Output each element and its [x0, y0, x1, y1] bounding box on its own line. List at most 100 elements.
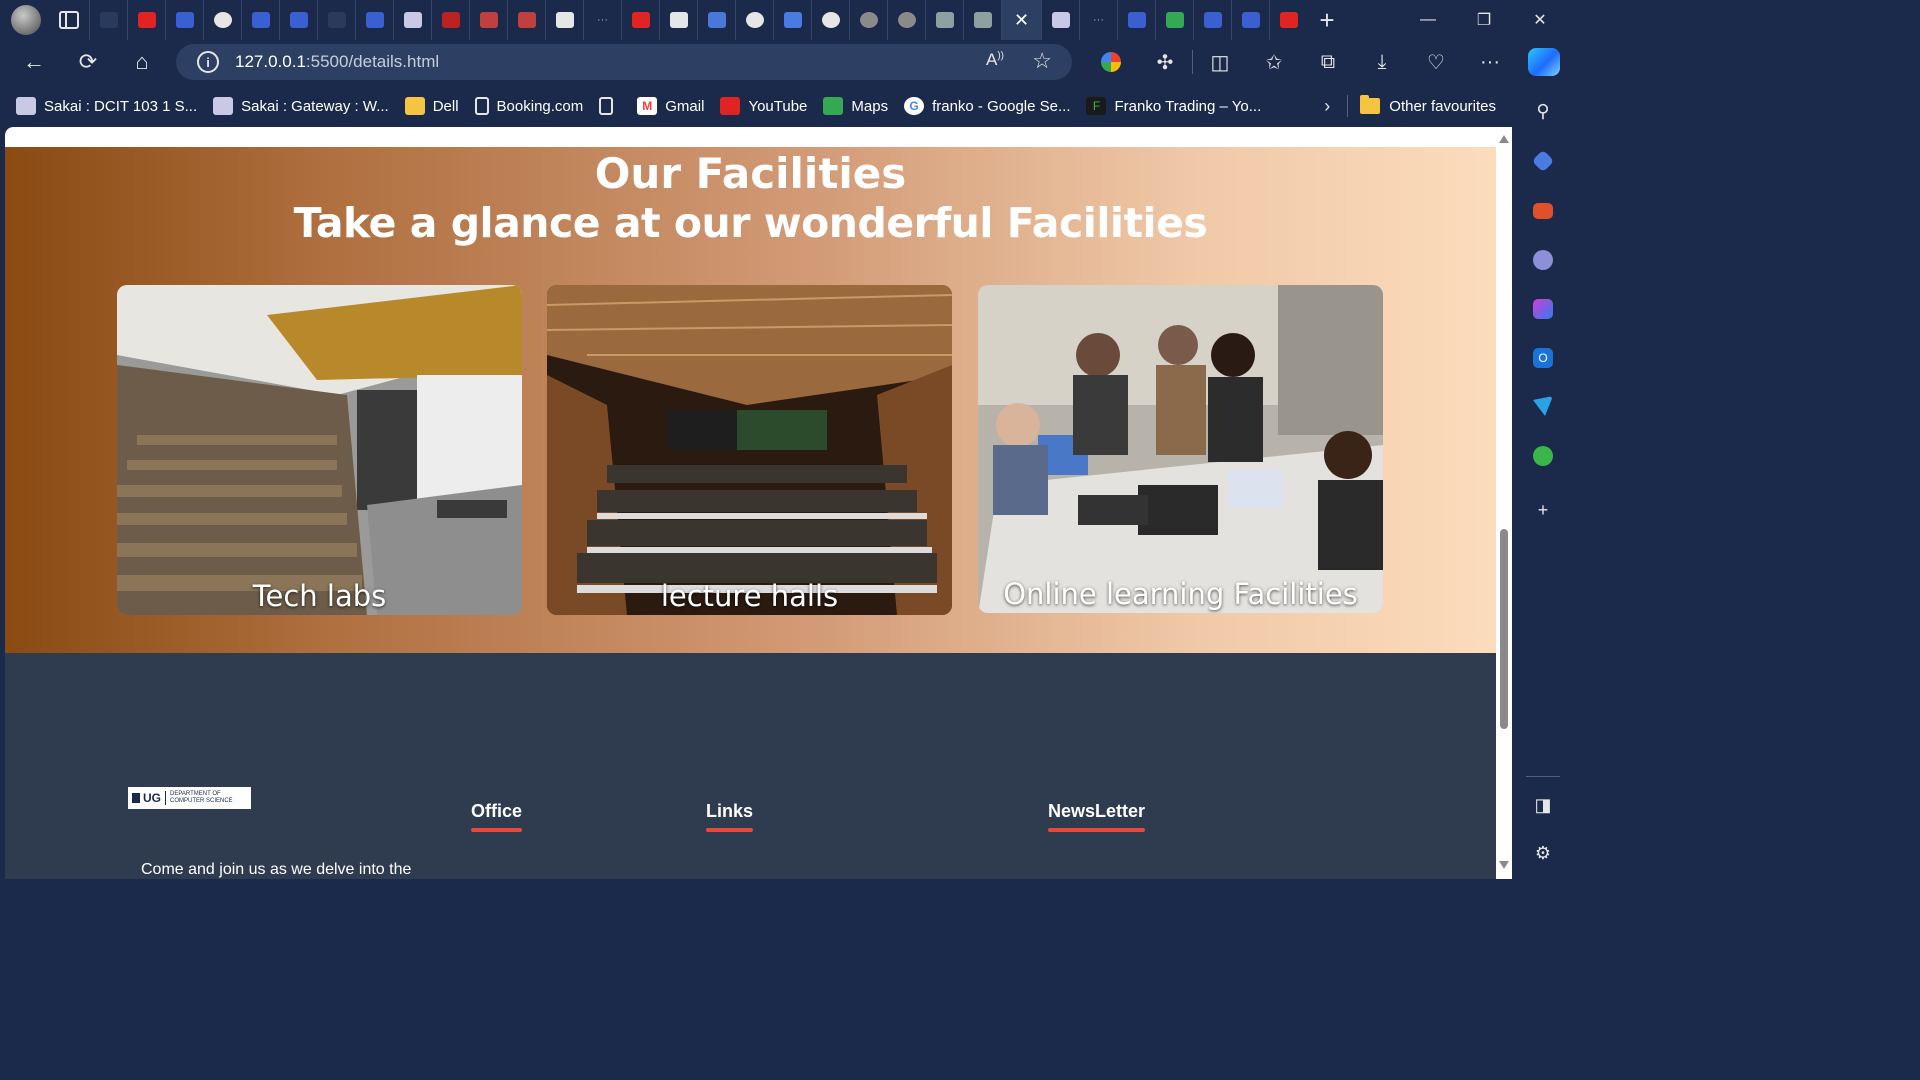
site-info-icon[interactable]: i — [197, 51, 219, 73]
refresh-button[interactable]: ⟳ — [61, 40, 115, 84]
more-bookmarks-chevron-icon[interactable]: › — [1307, 96, 1347, 117]
browser-tab[interactable]: ··· — [1079, 0, 1117, 40]
more-menu-icon[interactable]: ··· — [1463, 40, 1517, 84]
edge-sidebar: ⚲ O + ◨ ⚙ — [1518, 84, 1568, 882]
bookmark-item[interactable]: Dell — [404, 97, 459, 115]
folder-icon — [1360, 95, 1381, 114]
browser-tab[interactable] — [1193, 0, 1231, 40]
google-icon: G — [904, 97, 925, 115]
browser-tab[interactable] — [925, 0, 963, 40]
sidebar-designer-icon[interactable] — [1529, 442, 1557, 470]
split-screen-icon[interactable]: ◫ — [1193, 40, 1247, 84]
bookmark-item[interactable]: F Franko Trading – Yo... — [1086, 97, 1261, 115]
bookmark-item[interactable]: Gfranko - Google Se... — [904, 97, 1070, 115]
scroll-down-arrow-icon[interactable] — [1499, 861, 1509, 869]
browser-tab[interactable] — [355, 0, 393, 40]
browser-tab[interactable] — [1041, 0, 1079, 40]
browser-tab[interactable] — [1155, 0, 1193, 40]
page-icon — [474, 97, 489, 115]
page-top-strip — [5, 127, 1496, 147]
minimize-button[interactable]: — — [1400, 0, 1456, 40]
url-path: :5500/details.html — [305, 52, 440, 71]
sidebar-office-icon[interactable] — [1529, 295, 1557, 323]
browser-tab[interactable] — [659, 0, 697, 40]
browser-tab[interactable] — [1269, 0, 1307, 40]
bookmark-item[interactable]: Sakai : Gateway : W... — [213, 97, 389, 115]
sakai-icon — [1051, 12, 1070, 28]
facility-card-tech-labs[interactable]: Tech labs — [117, 285, 522, 615]
facility-card-lecture-halls[interactable]: lecture halls — [547, 285, 952, 615]
bookmark-item[interactable]: YouTube — [720, 97, 807, 115]
browser-tab[interactable] — [1117, 0, 1155, 40]
browser-tab[interactable]: ··· — [583, 0, 621, 40]
bookmark-item[interactable]: Sakai : DCIT 103 1 S... — [16, 97, 197, 115]
ug-department-logo[interactable]: UG DEPARTMENT OF COMPUTER SCIENCE — [128, 787, 251, 809]
browser-tab[interactable] — [849, 0, 887, 40]
sidebar-settings-icon[interactable]: ⚙ — [1529, 839, 1557, 867]
active-tab[interactable]: ✕ — [1001, 0, 1041, 40]
favourites-icon[interactable]: ✩ — [1247, 40, 1301, 84]
browser-tab[interactable] — [697, 0, 735, 40]
browser-tab[interactable] — [203, 0, 241, 40]
bookmark-item[interactable]: Booking.com — [474, 97, 583, 115]
copilot-icon[interactable] — [1517, 40, 1571, 84]
toolbar-right-icons: ✣ ◫ ✩ ⧉ ⤓ ♡ ··· — [1084, 40, 1571, 84]
browser-tab[interactable] — [545, 0, 583, 40]
browser-tab[interactable] — [1231, 0, 1269, 40]
browser-tab[interactable] — [621, 0, 659, 40]
browser-tab[interactable] — [127, 0, 165, 40]
sidebar-add-icon[interactable]: + — [1529, 496, 1557, 524]
back-button[interactable]: ← — [7, 40, 61, 84]
home-button[interactable]: ⌂ — [115, 40, 169, 84]
browser-tab[interactable] — [507, 0, 545, 40]
extension-colorful-icon[interactable] — [1084, 40, 1138, 84]
extensions-icon[interactable]: ✣ — [1138, 40, 1192, 84]
collections-icon[interactable]: ⧉ — [1301, 40, 1355, 84]
other-favourites-folder[interactable]: Other favourites — [1360, 95, 1496, 115]
bookmark-item[interactable]: M Gmail — [637, 97, 704, 115]
address-bar[interactable]: i 127.0.0.1:5500/details.html A)) ☆ — [176, 44, 1072, 80]
search-icon — [175, 12, 194, 28]
bookmark-item[interactable]: Maps — [823, 97, 888, 115]
browser-tab[interactable] — [735, 0, 773, 40]
window-controls: — ❐ ✕ — [1400, 0, 1568, 40]
document-icon — [99, 12, 118, 28]
bookmark-label: Sakai : DCIT 103 1 S... — [44, 97, 198, 115]
close-icon[interactable]: ✕ — [1014, 10, 1029, 31]
browser-tab[interactable] — [469, 0, 507, 40]
browser-tab[interactable] — [279, 0, 317, 40]
browser-tab[interactable] — [773, 0, 811, 40]
browser-tab[interactable] — [811, 0, 849, 40]
workspaces-icon[interactable] — [59, 11, 79, 29]
sidebar-shopping-icon[interactable] — [1529, 147, 1557, 175]
facility-card-online-learning[interactable]: Online learning Facilities — [978, 285, 1383, 613]
bookmark-item[interactable] — [599, 97, 621, 115]
sidebar-toggle-icon[interactable]: ◨ — [1529, 791, 1557, 819]
downloads-icon[interactable]: ⤓ — [1355, 40, 1409, 84]
sidebar-tools-icon[interactable] — [1529, 197, 1557, 225]
page-scrollbar[interactable] — [1496, 127, 1512, 879]
browser-tab[interactable] — [165, 0, 203, 40]
read-aloud-icon[interactable]: A)) — [986, 50, 1004, 70]
browser-tab[interactable] — [887, 0, 925, 40]
scroll-thumb[interactable] — [1500, 529, 1508, 729]
scroll-up-arrow-icon[interactable] — [1499, 135, 1509, 143]
address-url[interactable]: 127.0.0.1:5500/details.html — [235, 52, 439, 72]
sidebar-games-icon[interactable] — [1529, 246, 1557, 274]
browser-tab[interactable] — [317, 0, 355, 40]
browser-tab[interactable] — [963, 0, 1001, 40]
chatgpt-icon — [935, 12, 954, 28]
browser-tab[interactable] — [431, 0, 469, 40]
sidebar-outlook-icon[interactable]: O — [1529, 344, 1557, 372]
browser-tab[interactable] — [241, 0, 279, 40]
sidebar-telegram-icon[interactable] — [1529, 392, 1557, 420]
browser-tab[interactable] — [89, 0, 127, 40]
restore-button[interactable]: ❐ — [1456, 0, 1512, 40]
favourite-star-icon[interactable]: ☆ — [1032, 48, 1052, 74]
profile-avatar[interactable] — [11, 5, 41, 35]
new-tab-button[interactable]: + — [1307, 0, 1347, 40]
close-window-button[interactable]: ✕ — [1512, 0, 1568, 40]
browser-tab[interactable] — [393, 0, 431, 40]
browser-essentials-icon[interactable]: ♡ — [1409, 40, 1463, 84]
sidebar-search-icon[interactable]: ⚲ — [1529, 97, 1557, 125]
